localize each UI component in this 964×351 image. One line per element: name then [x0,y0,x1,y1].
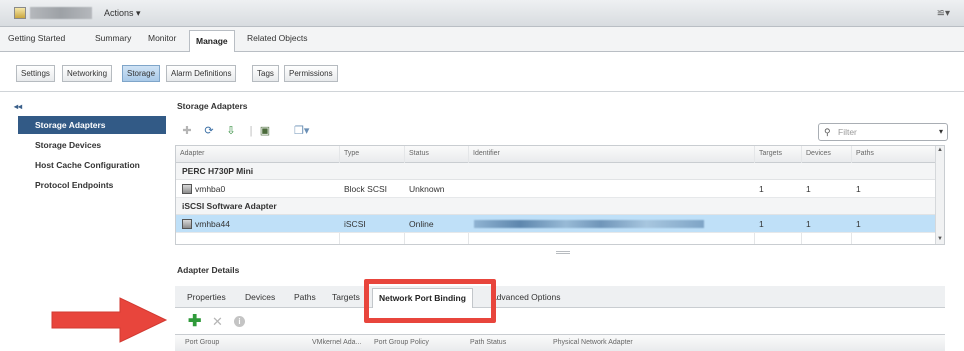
adapter-details-tabs: Properties Devices Paths Targets Network… [175,286,945,308]
group-name: PERC H730P Mini [182,166,254,176]
remove-port-binding-icon[interactable]: ✕ [212,315,223,329]
identifier-redacted [474,220,704,228]
table-row-selected[interactable]: vmhba44 iSCSI Online 1 1 1 [176,215,944,233]
column-header-paths[interactable]: Paths [856,150,874,157]
add-port-binding-icon[interactable]: ✚ [188,314,201,330]
add-adapter-icon[interactable]: ✚ [180,124,194,138]
tab-advanced-options[interactable]: Advanced Options [491,292,560,302]
refresh-adapter-icon[interactable]: ▣ [258,124,272,138]
sidebar-item-storage-devices[interactable]: Storage Devices [18,136,166,154]
host-icon [14,7,26,19]
column-header-vmkernel-adapter[interactable]: VMkernel Ada... [312,339,361,346]
adapter-details-title: Adapter Details [177,265,240,275]
column-header-targets[interactable]: Targets [759,150,782,157]
column-header-path-status[interactable]: Path Status [470,339,506,346]
filter-placeholder: Filter [838,127,857,137]
status-cell: Online [409,219,434,229]
adapter-cell: vmhba0 [182,184,225,194]
paths-cell: 1 [856,184,861,194]
user-menu-icon[interactable]: ≌▾ [937,8,950,19]
highlight-annotation-box [364,279,496,323]
column-header-port-group-policy[interactable]: Port Group Policy [374,339,429,346]
subtab-permissions[interactable]: Permissions [284,65,338,82]
column-header-port-group[interactable]: Port Group [185,339,219,346]
collapse-sidebar-icon[interactable]: ◂◂ [14,102,22,111]
subtab-storage[interactable]: Storage [122,65,161,82]
sidebar-item-storage-adapters[interactable]: Storage Adapters [18,116,166,134]
actions-menu[interactable]: Actions ▾ [104,8,141,19]
adapter-icon [182,184,192,194]
targets-cell: 1 [759,184,764,194]
details-info-icon[interactable]: i [234,316,245,327]
tab-related-objects[interactable]: Related Objects [247,33,307,43]
subtab-tags[interactable]: Tags [252,65,279,82]
table-row[interactable]: vmhba0 Block SCSI Unknown 1 1 1 [176,180,944,198]
annotation-arrow-icon [51,297,168,343]
export-list-icon[interactable]: ❐▾ [294,124,309,138]
subtab-networking[interactable]: Networking [62,65,113,82]
storage-adapters-table: Adapter Type Status Identifier Targets D… [175,145,945,245]
tab-summary[interactable]: Summary [95,33,131,43]
table-scrollbar[interactable]: ▲ ▼ [935,146,944,244]
type-cell: Block SCSI [344,184,387,194]
tab-monitor[interactable]: Monitor [148,33,176,43]
rescan-storage-icon[interactable]: ⟳ [202,124,216,138]
tab-paths[interactable]: Paths [294,292,316,302]
filter-dropdown-icon[interactable]: ▾ [939,127,943,136]
storage-adapters-title: Storage Adapters [177,101,248,111]
paths-cell: 1 [856,219,861,229]
devices-cell: 1 [806,219,811,229]
nav-tabs: Getting Started Summary Monitor Manage R… [0,27,964,52]
title-bar: Actions ▾ ≌▾ [0,0,964,27]
filter-input[interactable]: ⚲ Filter ▾ [818,123,948,141]
table-header: Adapter Type Status Identifier Targets D… [176,146,944,163]
subtab-alarm-definitions[interactable]: Alarm Definitions [166,65,237,82]
scroll-up-icon[interactable]: ▲ [936,147,944,156]
subtab-settings[interactable]: Settings [16,65,55,82]
sidebar-item-protocol-endpoints[interactable]: Protocol Endpoints [18,176,166,194]
tab-devices[interactable]: Devices [245,292,275,302]
targets-cell: 1 [759,219,764,229]
separator-icon: | [249,125,253,137]
sub-tabs: Settings Networking Storage Alarm Defini… [0,52,964,92]
tab-properties[interactable]: Properties [187,292,226,302]
group-row-iscsi[interactable]: iSCSI Software Adapter [176,198,944,215]
column-header-physical-network-adapter[interactable]: Physical Network Adapter [553,339,633,346]
host-name-redacted [30,7,92,19]
adapter-cell: vmhba44 [182,219,230,229]
group-row-perc[interactable]: PERC H730P Mini [176,163,944,180]
column-header-adapter[interactable]: Adapter [180,150,205,157]
group-name: iSCSI Software Adapter [182,201,277,211]
column-header-devices[interactable]: Devices [806,150,831,157]
column-header-identifier[interactable]: Identifier [473,150,500,157]
adapter-icon [182,219,192,229]
tab-manage[interactable]: Manage [189,30,235,52]
type-cell: iSCSI [344,219,366,229]
pane-splitter-handle[interactable] [556,251,570,254]
tab-targets[interactable]: Targets [332,292,360,302]
column-header-status[interactable]: Status [409,150,429,157]
status-cell: Unknown [409,184,445,194]
search-icon: ⚲ [824,127,831,137]
tab-getting-started[interactable]: Getting Started [8,33,65,43]
rescan-adapter-icon[interactable]: ⇩ [224,124,238,138]
devices-cell: 1 [806,184,811,194]
port-binding-table-header: Port Group VMkernel Ada... Port Group Po… [175,334,945,351]
scroll-down-icon[interactable]: ▼ [936,236,944,244]
sidebar-item-host-cache-configuration[interactable]: Host Cache Configuration [18,156,166,174]
column-header-type[interactable]: Type [344,150,359,157]
